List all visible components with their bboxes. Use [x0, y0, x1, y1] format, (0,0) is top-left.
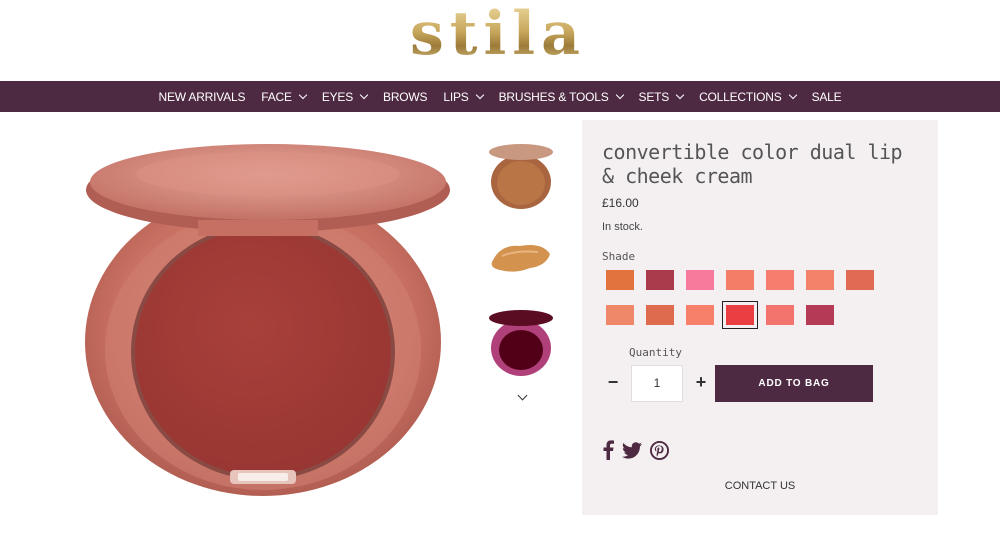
nav-item-eyes[interactable]: EYES [314, 90, 375, 104]
pinterest-icon[interactable] [650, 440, 669, 460]
thumbnail-list [486, 140, 556, 410]
social-share [602, 440, 669, 460]
chevron-down-icon [517, 390, 527, 401]
nav-item-new-arrivals[interactable]: NEW ARRIVALS [151, 90, 254, 104]
shade-swatch[interactable] [646, 305, 674, 325]
shade-swatch[interactable] [722, 301, 758, 329]
shade-swatch[interactable] [646, 270, 674, 290]
main-nav: NEW ARRIVALS FACE EYES BROWS LIPS BRUSHES & T… [0, 81, 1000, 112]
chevron-down-icon [359, 90, 369, 100]
shade-swatch[interactable] [726, 270, 754, 290]
shade-swatch[interactable] [766, 270, 794, 290]
stila-logo[interactable]: stila [398, 4, 598, 64]
chevron-down-icon [615, 90, 624, 100]
facebook-icon[interactable] [602, 440, 614, 460]
nav-item-label: LIPS [443, 89, 469, 104]
shade-swatch[interactable] [846, 270, 874, 290]
nav-item-brushes-tools[interactable]: BRUSHES & TOOLS [491, 90, 631, 104]
product-title: convertible color dual lip & cheek cream [602, 140, 903, 188]
quantity-increase-button[interactable]: + [694, 372, 708, 392]
shade-swatch[interactable] [606, 305, 634, 325]
shade-swatch[interactable] [686, 305, 714, 325]
shade-swatch[interactable] [686, 270, 714, 290]
nav-item-label: BRUSHES & TOOLS [498, 89, 609, 104]
nav-item-sale[interactable]: SALE [804, 90, 850, 104]
contact-us-link[interactable]: CONTACT US [582, 480, 938, 492]
quantity-decrease-button[interactable]: − [606, 372, 620, 392]
thumbnail-2[interactable] [486, 224, 556, 294]
thumbnail-3[interactable] [486, 308, 556, 378]
shade-swatch[interactable] [606, 270, 634, 290]
shade-swatch[interactable] [806, 270, 834, 290]
chevron-down-icon [675, 90, 685, 100]
shade-swatch[interactable] [806, 305, 834, 325]
nav-item-label: SALE [811, 89, 842, 104]
quantity-input[interactable]: 1 [631, 365, 683, 402]
thumbnails-next-button[interactable] [512, 390, 532, 406]
nav-item-label: FACE [261, 89, 292, 104]
nav-item-label: NEW ARRIVALS [158, 89, 246, 104]
shade-swatch[interactable] [766, 305, 794, 325]
product-price: £16.00 [602, 196, 639, 210]
twitter-icon[interactable] [622, 441, 642, 459]
nav-item-label: EYES [321, 89, 354, 104]
nav-item-face[interactable]: FACE [253, 90, 314, 104]
chevron-down-icon [298, 90, 308, 100]
product-info-panel: convertible color dual lip & cheek cream… [582, 120, 938, 515]
shade-label: Shade [602, 250, 636, 263]
product-main-image[interactable] [80, 140, 460, 500]
nav-item-label: BROWS [383, 89, 428, 104]
nav-item-collections[interactable]: COLLECTIONS [691, 90, 804, 104]
stock-status: In stock. [602, 221, 643, 233]
nav-item-sets[interactable]: SETS [631, 90, 692, 104]
nav-item-label: COLLECTIONS [699, 89, 782, 104]
thumbnail-1[interactable] [486, 140, 556, 210]
header: stila [0, 0, 1000, 81]
nav-item-label: SETS [638, 89, 670, 104]
chevron-down-icon [475, 90, 484, 100]
nav-item-brows[interactable]: BROWS [375, 90, 435, 104]
nav-item-lips[interactable]: LIPS [435, 90, 490, 104]
add-to-bag-button[interactable]: ADD TO BAG [715, 365, 873, 402]
quantity-label: Quantity [629, 346, 682, 359]
chevron-down-icon [788, 90, 797, 100]
